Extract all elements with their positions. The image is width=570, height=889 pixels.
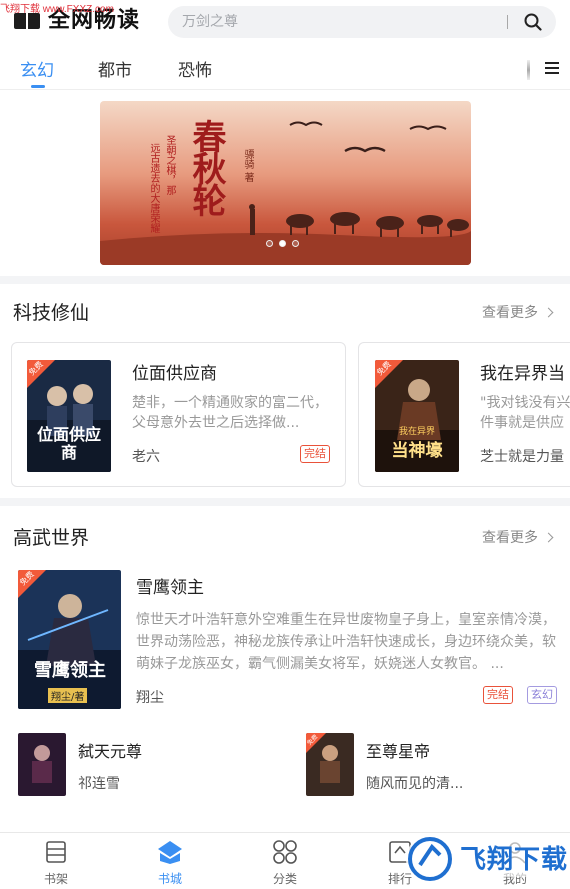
see-more-link[interactable]: 查看更多: [482, 527, 554, 547]
book-description: "我对钱没有兴一件事就是供应: [480, 395, 570, 431]
book-cover: 位面供应商 免费: [27, 360, 111, 472]
section-title-gaowushijie: 高武世界: [13, 527, 90, 549]
category-icon: [273, 840, 297, 864]
promo-banner[interactable]: 远古遗去的大唐荣耀 圣朝之棋，那 春秋轮 骠骑 著: [100, 101, 471, 265]
nav-bookshelf[interactable]: 书架: [16, 833, 96, 889]
nav-bookstore[interactable]: 书城: [130, 833, 210, 889]
tab-kongbu[interactable]: 恐怖: [178, 56, 212, 81]
book-author: 老六: [132, 449, 160, 465]
book-cover: 我在异界 当神壕 免费: [375, 360, 459, 472]
section-title-kejixiuxian: 科技修仙: [13, 302, 90, 324]
book-title: 至尊星帝: [366, 742, 431, 761]
cover-title: 当神壕: [391, 441, 443, 461]
book-title: 雪鹰领主: [136, 578, 204, 598]
active-tab-indicator: [31, 85, 45, 88]
book-cover: [18, 733, 66, 796]
book-title: 位面供应商: [132, 364, 217, 384]
cover-title: 雪鹰领主: [34, 660, 106, 681]
nav-label: 书城: [157, 872, 182, 886]
carousel-dot[interactable]: [292, 240, 299, 247]
search-bar[interactable]: [168, 6, 556, 38]
carousel-dot[interactable]: [266, 240, 273, 247]
section-divider: [0, 276, 570, 284]
search-input[interactable]: [182, 6, 502, 38]
tab-xuanhuan[interactable]: 玄幻: [20, 56, 54, 81]
section-divider: [0, 498, 570, 506]
bookstore-icon: [158, 841, 182, 864]
banner-tagline-2: 圣朝之棋，那: [164, 135, 175, 195]
book-cover: 免费: [306, 733, 354, 796]
see-more-label: 查看更多: [482, 305, 538, 321]
nav-category[interactable]: 分类: [245, 833, 325, 889]
watermark-text: 飞翔下载 www.FXXZ.com: [0, 4, 114, 15]
menu-icon[interactable]: [545, 62, 559, 74]
cover-title: 位面供应商: [36, 425, 101, 462]
tab-scroll-fade: [527, 60, 530, 80]
watermark-logo: 飞翔下载: [400, 825, 570, 889]
carousel-dot-active[interactable]: [279, 240, 286, 247]
status-badge: 完结: [483, 686, 513, 704]
banner-title: 春秋轮: [186, 119, 226, 215]
banner-tagline: 远古遗去的大唐荣耀: [148, 143, 159, 233]
book-card-yijie[interactable]: 我在异界 当神壕 免费 我在异界当 "我对钱没有兴一件事就是供应 芝士就是力量: [358, 342, 570, 487]
tab-dushi[interactable]: 都市: [98, 56, 132, 81]
banner-author: 骠骑 著: [242, 149, 253, 183]
nav-label: 书架: [43, 872, 68, 886]
see-more-label: 查看更多: [482, 530, 538, 546]
book-description: 惊世天才叶浩轩意外空难重生在异世废物皇子身上，皇室亲情冷漠，世界动荡险恶，神秘龙…: [136, 612, 556, 672]
book-title: 我在异界当: [480, 364, 565, 384]
book-title: 弑天元尊: [78, 742, 143, 761]
bookshelf-icon: [46, 841, 66, 863]
search-divider: [507, 15, 508, 29]
nav-label: 分类: [272, 872, 297, 886]
status-badge: 完结: [300, 445, 330, 463]
book-author: 芝士就是力量: [480, 449, 564, 465]
cover-author: 翔尘/著: [48, 688, 88, 703]
book-author: 祁连雪: [78, 776, 120, 792]
search-icon[interactable]: [524, 13, 542, 31]
book-card-weimian[interactable]: 位面供应商 免费 位面供应商 楚非，一个精通败家的富二代，父母意外去世之后选择做…: [11, 342, 346, 487]
book-cover: 雪鹰领主 翔尘/著 免费: [18, 570, 121, 709]
see-more-link[interactable]: 查看更多: [482, 302, 554, 322]
watermark-logo-text: 飞翔下载: [460, 845, 569, 875]
book-author: 随风而见的清...: [366, 776, 464, 792]
book-description: 楚非，一个精通败家的富二代，父母意外去世之后选择做...: [132, 395, 328, 431]
carousel-dots: [266, 240, 299, 247]
chevron-right-icon: [543, 307, 554, 317]
book-author: 翔尘: [136, 690, 164, 706]
category-tabs: 玄幻 都市 恐怖: [0, 52, 570, 90]
chevron-right-icon: [543, 532, 554, 542]
genre-badge: 玄幻: [527, 686, 557, 704]
